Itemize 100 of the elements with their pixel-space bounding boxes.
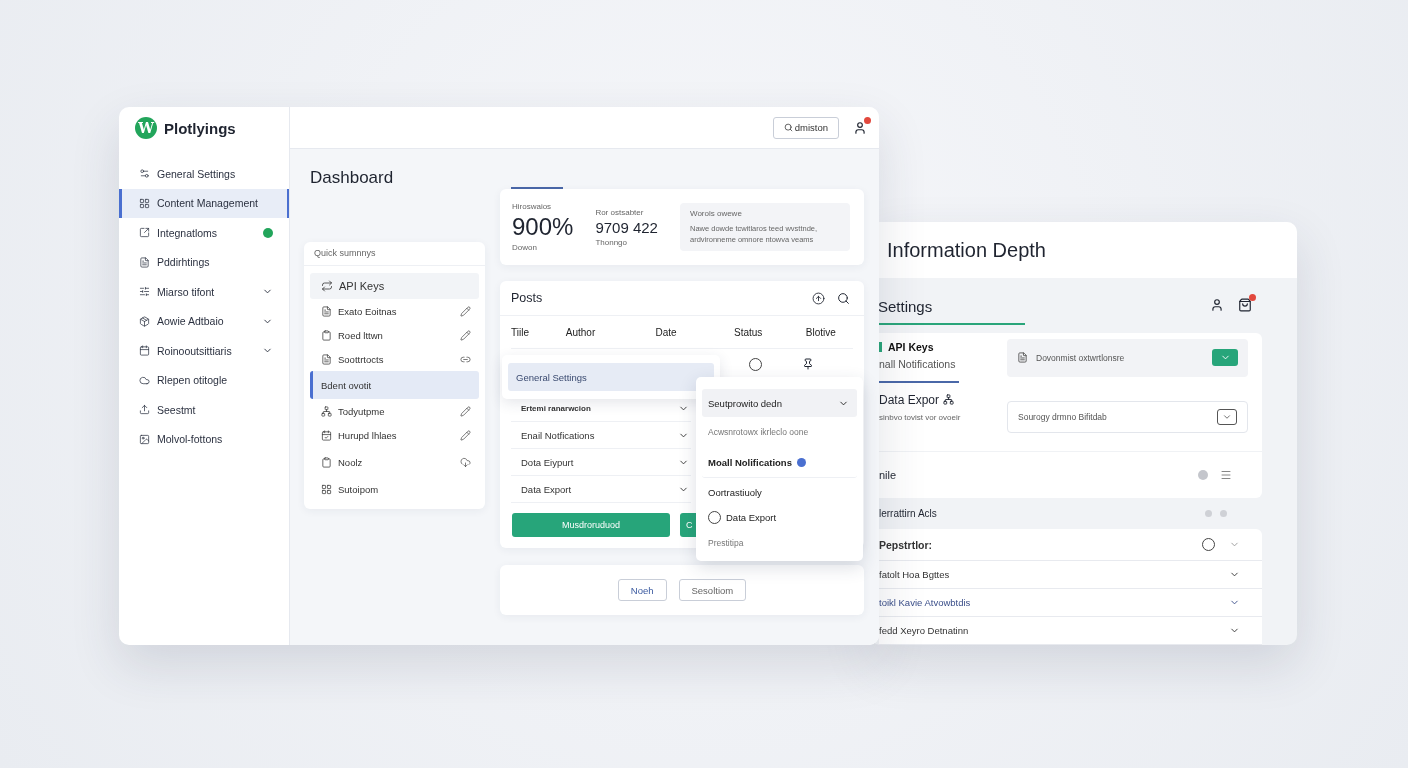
sidebar-item[interactable]: Pddirhtings <box>119 247 289 277</box>
column-header: Status <box>733 326 764 338</box>
sidebar-item[interactable]: Content Management <box>119 188 289 218</box>
column-header: Date <box>655 326 678 338</box>
window-title: Information Depth <box>887 238 1046 262</box>
list-row[interactable]: fatolt Hoa Bgttes <box>879 561 1262 589</box>
footer-button[interactable]: Noeh <box>617 579 667 601</box>
item-icon <box>321 280 333 292</box>
list-item[interactable]: Todyutpme <box>310 399 479 423</box>
menu-icon[interactable] <box>1220 468 1232 481</box>
hint-text: Prestitipa <box>708 538 744 548</box>
upload-icon[interactable] <box>812 291 825 305</box>
item-icon <box>321 305 332 317</box>
edit-icon[interactable] <box>460 405 471 417</box>
select-field[interactable]: Seutprowito dedn <box>702 389 857 417</box>
dropdown-toggle[interactable] <box>1217 408 1237 425</box>
section-heading[interactable]: API Keys <box>310 273 479 299</box>
sidebar-item[interactable]: Miarso tifont <box>119 277 289 307</box>
menu-item-icon <box>139 433 150 445</box>
stat-label: Hiroswaios <box>512 202 553 211</box>
item-icon <box>321 405 332 417</box>
section-title: Settings <box>878 285 1025 325</box>
group-label: lerrattirn Acls <box>879 507 938 519</box>
stat-value: 900% <box>512 213 574 241</box>
page-title: Dashboard <box>310 168 395 188</box>
card-title: Posts <box>511 291 543 305</box>
stat-label: Ror ostsabter <box>595 207 645 217</box>
confirm-button[interactable] <box>1212 349 1238 367</box>
menu-item-icon <box>139 286 150 298</box>
item-icon <box>321 456 332 468</box>
item-icon <box>321 429 332 441</box>
user-icon[interactable] <box>853 120 867 135</box>
select-field[interactable]: Sourogy drmno Bifitdab <box>1007 400 1248 433</box>
option-label: Oortrastiuoly <box>708 486 762 498</box>
edit-icon[interactable] <box>460 305 471 317</box>
stat-caption: Thonngo <box>595 237 628 247</box>
search-icon <box>783 123 793 132</box>
table-row[interactable]: Data Export <box>511 476 691 503</box>
bag-icon[interactable] <box>1238 298 1252 313</box>
stat-value: 9709 422 <box>595 218 658 236</box>
settings-tab[interactable]: API Keys <box>879 338 999 356</box>
logo: W <box>135 117 157 139</box>
sidebar-item[interactable]: Integnatloms <box>119 218 289 248</box>
section-label: Data Expor <box>879 392 999 407</box>
list-item[interactable]: Bdent ovotit <box>310 371 479 399</box>
note-title: Worols owewe <box>689 208 743 218</box>
list-row[interactable]: fedd Xeyro Detnatinn <box>879 617 1262 645</box>
sidebar-item[interactable]: General Settings <box>119 159 289 189</box>
search-icon[interactable] <box>837 291 850 305</box>
row-label: nile <box>879 468 898 481</box>
section-caption: sinbvo tovist vor ovoeir <box>879 412 962 422</box>
sidebar-item[interactable]: Seestmt <box>119 395 289 425</box>
list-item[interactable]: Noolz <box>310 447 479 477</box>
status-dot[interactable] <box>796 457 806 467</box>
column-header: Tiile <box>511 326 530 338</box>
option-label: Moall Nolifications <box>708 456 792 468</box>
settings-tab[interactable]: nall Notifications <box>879 355 999 373</box>
list-item[interactable]: Exato Eoitnas <box>310 299 479 323</box>
menu-item-icon <box>139 256 150 268</box>
pin-icon[interactable] <box>802 358 814 370</box>
pager-dot[interactable] <box>1205 509 1212 517</box>
sidebar-item[interactable]: Roinooutsittiaris <box>119 336 289 366</box>
footer-button[interactable]: Sesoltiom <box>678 579 747 601</box>
hint-text: Acwsnrotowx ikrleclo oone <box>708 427 809 437</box>
menu-item-icon <box>139 345 150 357</box>
stat-caption: Dowon <box>512 243 538 252</box>
list-item[interactable]: Hurupd lhlaes <box>310 423 479 447</box>
list-item[interactable]: Soottrtocts <box>310 347 479 371</box>
item-icon <box>321 483 332 495</box>
menu-item-icon <box>139 374 150 386</box>
item-icon <box>321 329 332 341</box>
menu-item-icon <box>139 315 150 327</box>
sidebar-item[interactable]: Aowie Adtbaio <box>119 306 289 336</box>
menu-item-icon <box>139 404 150 416</box>
cloud-icon[interactable] <box>460 456 471 468</box>
edit-icon[interactable] <box>460 429 471 441</box>
list-item[interactable]: Sutoipom <box>310 477 479 501</box>
pager-dot[interactable] <box>1220 509 1227 517</box>
brand-name: Plotlyings <box>164 119 236 137</box>
column-header: Blotive <box>805 326 837 338</box>
table-row[interactable]: Enail Notfications <box>511 422 691 449</box>
action-field[interactable]: Dovonmist oxtwrtlonsre <box>1007 338 1248 377</box>
sidebar-item[interactable]: Rlepen otitogle <box>119 365 289 395</box>
panel-title: Quick sumnnys <box>304 242 485 266</box>
menu-item[interactable]: General Settings <box>508 363 714 391</box>
toggle-dot[interactable] <box>1198 469 1208 480</box>
menu-item-icon <box>139 168 150 180</box>
list-title: Pepstrtlor: <box>879 538 934 551</box>
column-header: Author <box>565 326 597 338</box>
edit-icon[interactable] <box>460 329 471 341</box>
user-icon[interactable] <box>1210 298 1224 313</box>
list-row[interactable]: toikl Kavie Atvowbtdis <box>879 589 1262 617</box>
network-icon <box>943 394 955 406</box>
document-icon <box>1017 352 1028 364</box>
list-item[interactable]: Roed lttwn <box>310 323 479 347</box>
menu-item-icon <box>139 197 150 209</box>
search-button[interactable]: dmiston <box>772 116 839 139</box>
menu-item-icon <box>139 227 150 239</box>
table-row[interactable]: Dota Eiypurt <box>511 449 691 476</box>
sidebar-item[interactable]: Molvol-fottons <box>119 424 289 454</box>
